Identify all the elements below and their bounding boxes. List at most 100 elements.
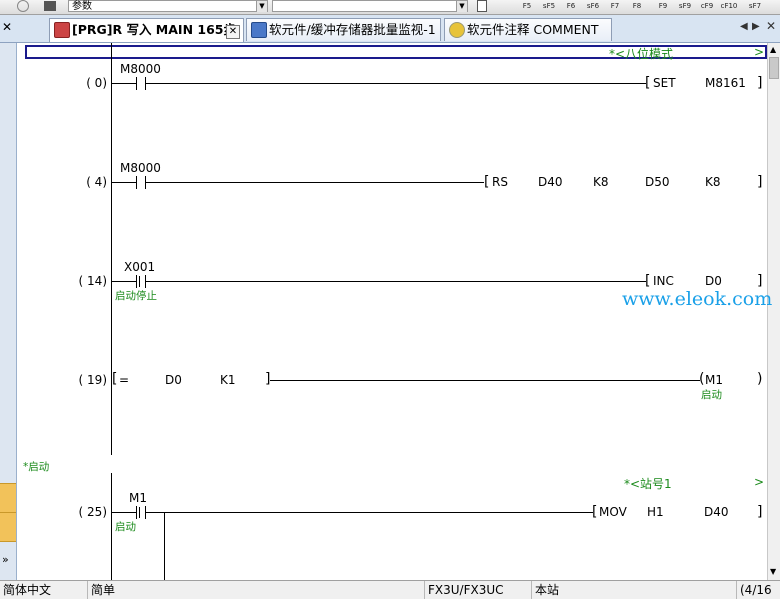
tab-device-monitor[interactable]: 软元件/缓冲存储器批量监视-1 [246, 18, 441, 41]
contact-comment: 启动 [115, 521, 136, 533]
close-pane-icon[interactable]: ✕ [2, 20, 12, 34]
function-key-button[interactable]: F5 [517, 0, 537, 13]
close-icon[interactable]: ✕ [226, 25, 240, 39]
status-bar: 简体中文 简单 FX3U/FX3UC 本站 (4/16 [0, 580, 780, 599]
contact-symbol[interactable] [136, 176, 146, 189]
instruction-operand: H1 [647, 505, 664, 519]
station-note-arrow: > [754, 475, 765, 489]
contact-symbol[interactable] [136, 77, 146, 90]
program-icon [54, 22, 70, 38]
step-number: ( 14) [78, 274, 107, 288]
compare-bracket-left: [ [112, 371, 118, 387]
status-station: 本站 [532, 581, 737, 599]
toolbar: 参数 ▼ ▼ F5 sF5 F6 sF6 F7 F8 F9 sF9 cF9 cF10 sF7 [0, 0, 780, 15]
rung-line [112, 83, 137, 84]
function-key-button[interactable]: sF6 [583, 0, 603, 13]
rung-line [112, 182, 137, 183]
step-number: ( 25) [78, 505, 107, 519]
instruction-bracket-left: [ [484, 174, 490, 190]
tab-scroll-right-icon[interactable]: ▶ [752, 21, 760, 32]
header-note-arrow: > [754, 45, 765, 59]
instruction-operand: D40 [538, 175, 563, 189]
vertical-scrollbar[interactable]: ▲ ▼ [767, 43, 780, 580]
rung-line [112, 512, 137, 513]
instruction-bracket-right: ] [757, 504, 763, 520]
instruction-bracket-left: [ [592, 504, 598, 520]
rung-line [146, 83, 646, 84]
function-key-button[interactable]: cF10 [719, 0, 739, 13]
tab-scroll-left-icon[interactable]: ◀ [740, 21, 748, 32]
contact-comment: 启动停止 [115, 290, 157, 302]
step-number: ( 0) [86, 76, 107, 90]
compare-bracket-right: ] [265, 371, 271, 387]
instruction-operand: D0 [705, 274, 722, 288]
contact-symbol[interactable] [136, 275, 146, 288]
contact-symbol[interactable] [136, 506, 146, 519]
ladder-editor[interactable]: *<八位模式 > ( 0) M8000 [ SET M8161 ] ( 4) M… [17, 43, 767, 580]
scroll-thumb[interactable] [769, 57, 779, 79]
station-note: *<站号1 [624, 477, 672, 491]
left-pane-button[interactable] [0, 483, 16, 513]
status-plc-type: FX3U/FX3UC [425, 581, 532, 599]
tab-device-comment[interactable]: 软元件注释 COMMENT [444, 18, 612, 41]
function-key-button[interactable]: F9 [653, 0, 673, 13]
step-number: ( 19) [78, 373, 107, 387]
instruction-bracket-right: ] [757, 75, 763, 91]
compare-operand: D0 [165, 373, 182, 387]
close-icon[interactable]: ✕ [766, 19, 776, 33]
coil-comment: 启动 [701, 389, 722, 401]
status-mode: 简单 [88, 581, 425, 599]
contact-label: M8000 [120, 161, 161, 175]
instruction-operand: D40 [704, 505, 729, 519]
rung-line [146, 182, 484, 183]
comment-icon [449, 22, 465, 38]
chevron-down-icon[interactable]: ▼ [256, 1, 267, 12]
tab-label: 软元件注释 COMMENT [467, 22, 599, 37]
tab-label: 软元件/缓冲存储器批量监视-1 [269, 22, 436, 37]
function-key-button[interactable]: sF5 [539, 0, 559, 13]
compare-operand: K1 [220, 373, 236, 387]
left-power-rail [111, 43, 112, 580]
expand-icon[interactable]: » [2, 553, 9, 566]
instruction-bracket-right: ] [757, 273, 763, 289]
function-key-button[interactable]: cF9 [697, 0, 717, 13]
instruction-bracket-right: ] [757, 174, 763, 190]
left-pane[interactable]: » [0, 43, 17, 580]
rung-line [270, 380, 700, 381]
function-key-button[interactable]: sF9 [675, 0, 695, 13]
chevron-down-icon[interactable]: ▼ [456, 1, 467, 12]
branch-line [164, 512, 165, 580]
toolbar-combo-value: 参数 [72, 1, 92, 12]
scroll-down-icon[interactable]: ▼ [770, 567, 776, 576]
instruction-op: INC [653, 274, 674, 288]
toolbar-parameter-icon[interactable] [44, 1, 56, 11]
function-key-button[interactable]: F7 [605, 0, 625, 13]
instruction-bracket-left: [ [645, 273, 651, 289]
coil-paren-left: ( [699, 371, 705, 387]
toolbar-combo-2[interactable]: ▼ [272, 0, 468, 12]
coil-paren-right: ) [757, 371, 763, 387]
rung-line [146, 512, 593, 513]
function-key-button[interactable]: F8 [627, 0, 647, 13]
coil-label: M1 [705, 373, 723, 387]
rail-gap [107, 455, 117, 473]
toolbar-icon[interactable] [17, 0, 29, 12]
rung-line [112, 281, 137, 282]
tab-program-main[interactable]: [PRG]R 写入 MAIN 165步 ✕ [49, 18, 244, 42]
instruction-bracket-left: [ [645, 75, 651, 91]
instruction-operand: M8161 [705, 76, 746, 90]
contact-label: M1 [129, 491, 147, 505]
status-step-count: (4/16 [740, 583, 772, 597]
instruction-op: MOV [599, 505, 627, 519]
instruction-op: RS [492, 175, 508, 189]
function-key-button[interactable]: F6 [561, 0, 581, 13]
toolbar-combo[interactable]: 参数 ▼ [68, 0, 268, 12]
scroll-up-icon[interactable]: ▲ [770, 45, 776, 54]
monitor-icon [251, 22, 267, 38]
left-pane-button[interactable] [0, 513, 16, 542]
document-icon[interactable] [477, 0, 487, 12]
function-key-button[interactable]: sF7 [745, 0, 765, 13]
instruction-op: SET [653, 76, 676, 90]
statement-note: *启动 [23, 461, 50, 473]
compare-op: = [119, 373, 130, 387]
